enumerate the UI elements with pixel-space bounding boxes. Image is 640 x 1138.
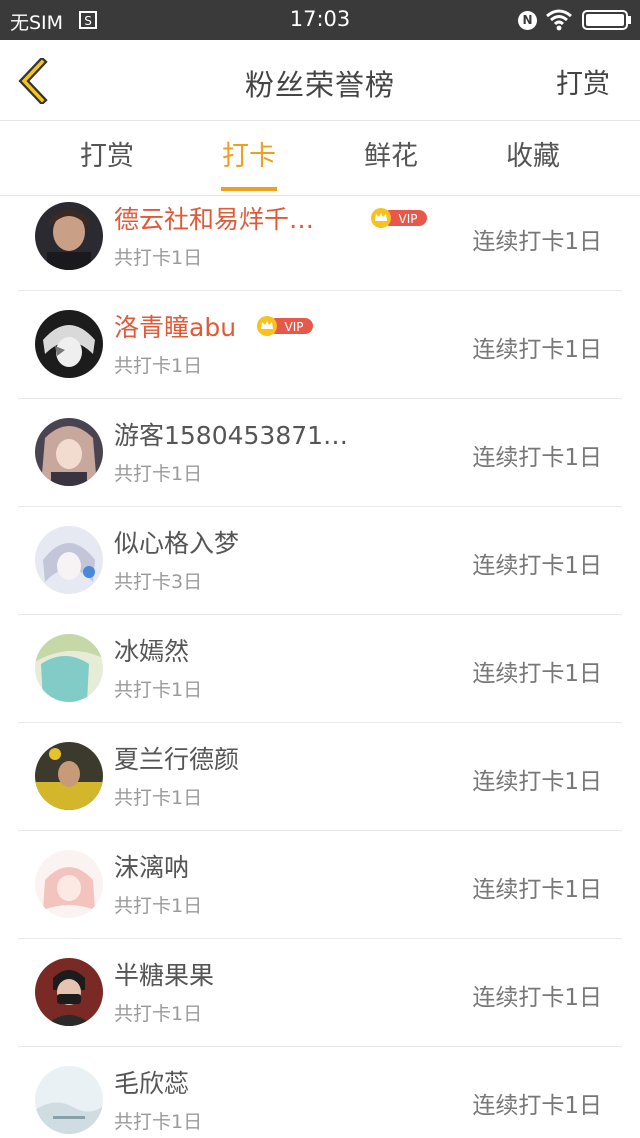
streak-label: 连续打卡1日	[472, 229, 602, 255]
status-bar: 无SIM S 17:03 N	[0, 0, 640, 40]
streak-label: 连续打卡1日	[472, 1093, 602, 1119]
total-checkins: 共打卡1日	[114, 247, 203, 269]
user-name: 游客1580453871…	[114, 421, 349, 450]
user-avatar	[35, 418, 103, 486]
list-item[interactable]: 半糖果果 共打卡1日 连续打卡1日	[18, 938, 622, 1047]
user-name: 毛欣蕊	[114, 1069, 190, 1098]
page-title: 粉丝荣誉榜	[244, 68, 395, 102]
tab-reward[interactable]: 打赏	[47, 121, 167, 195]
user-avatar	[35, 850, 103, 918]
clock: 17:03	[289, 7, 351, 31]
list-item[interactable]: 沫漓呐 共打卡1日 连续打卡1日	[18, 830, 622, 939]
tab-flowers[interactable]: 鲜花	[331, 121, 451, 195]
user-name: 似心格入梦	[114, 529, 240, 558]
tab-checkin[interactable]: 打卡	[189, 121, 309, 195]
user-name: 冰嫣然	[114, 637, 190, 666]
list-item[interactable]: 夏兰行德颜 共打卡1日 连续打卡1日	[18, 722, 622, 831]
total-checkins: 共打卡1日	[114, 1111, 203, 1133]
vip-badge: VIP	[257, 316, 313, 336]
total-checkins: 共打卡1日	[114, 679, 203, 701]
svg-text:VIP: VIP	[399, 212, 418, 226]
streak-label: 连续打卡1日	[472, 553, 602, 579]
reward-button[interactable]: 打赏	[556, 62, 610, 101]
user-name: 德云社和易烊千…	[114, 205, 315, 234]
streak-label: 连续打卡1日	[472, 445, 602, 471]
user-avatar	[35, 742, 103, 810]
user-name: 沫漓呐	[114, 853, 190, 882]
total-checkins: 共打卡1日	[114, 463, 203, 485]
tab-label: 打赏	[80, 141, 134, 172]
user-avatar	[35, 958, 103, 1026]
list-item[interactable]: 游客1580453871… 共打卡1日 连续打卡1日	[18, 398, 622, 507]
user-avatar	[35, 634, 103, 702]
total-checkins: 共打卡1日	[114, 787, 203, 809]
list-item[interactable]: 毛欣蕊 共打卡1日 连续打卡1日	[18, 1046, 622, 1138]
user-avatar	[35, 310, 103, 378]
streak-label: 连续打卡1日	[472, 337, 602, 363]
user-avatar	[35, 526, 103, 594]
svg-text:VIP: VIP	[285, 320, 304, 334]
tab-bar: 打赏 打卡 鲜花 收藏	[0, 121, 640, 196]
tab-favorites[interactable]: 收藏	[473, 121, 593, 195]
vip-badge: VIP	[371, 208, 427, 228]
app-header: 粉丝荣誉榜 打赏	[0, 40, 640, 121]
tab-label: 鲜花	[364, 141, 418, 172]
total-checkins: 共打卡1日	[114, 895, 203, 917]
list-item[interactable]: 冰嫣然 共打卡1日 连续打卡1日	[18, 614, 622, 723]
streak-label: 连续打卡1日	[472, 661, 602, 687]
list-item[interactable]: 洛青瞳abu VIP 共打卡1日 连续打卡1日	[18, 290, 622, 399]
tab-label: 打卡	[222, 141, 276, 172]
list-item[interactable]: 德云社和易烊千… VIP 共打卡1日 连续打卡1日	[18, 196, 622, 291]
wifi-icon	[546, 9, 572, 31]
streak-label: 连续打卡1日	[472, 769, 602, 795]
streak-label: 连续打卡1日	[472, 985, 602, 1011]
user-avatar	[35, 1066, 103, 1134]
user-avatar	[35, 202, 103, 270]
tab-label: 收藏	[506, 141, 560, 172]
active-tab-indicator	[221, 187, 277, 191]
n-icon: N	[518, 11, 537, 30]
total-checkins: 共打卡1日	[114, 1003, 203, 1025]
user-name: 夏兰行德颜	[114, 745, 240, 774]
total-checkins: 共打卡3日	[114, 571, 203, 593]
battery-icon	[582, 10, 631, 30]
user-name: 洛青瞳abu	[114, 313, 237, 342]
checkin-ranking-list: 德云社和易烊千… VIP 共打卡1日 连续打卡1日 洛青瞳abu VIP 共打卡…	[0, 196, 640, 1138]
user-name: 半糖果果	[114, 961, 215, 990]
total-checkins: 共打卡1日	[114, 355, 203, 377]
streak-label: 连续打卡1日	[472, 877, 602, 903]
list-item[interactable]: 似心格入梦 共打卡3日 连续打卡1日	[18, 506, 622, 615]
